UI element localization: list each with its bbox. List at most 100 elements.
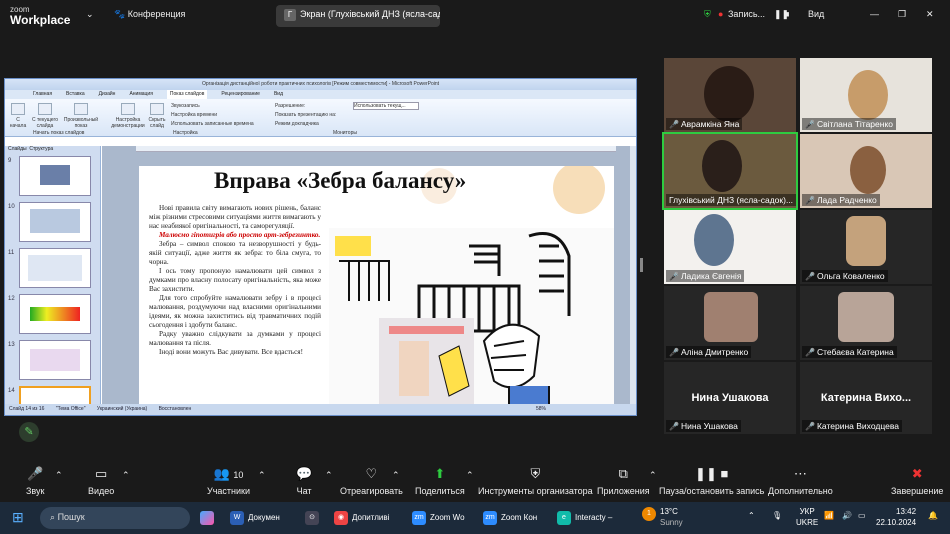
- setup-show-button[interactable]: Настройка демонстрации: [109, 103, 147, 129]
- chevron-up-icon[interactable]: ⌃: [649, 470, 657, 481]
- more-button[interactable]: ⋯ Дополнительно: [768, 466, 833, 496]
- chevron-down-icon[interactable]: ⌄: [86, 9, 94, 20]
- slide-thumbnail[interactable]: [19, 248, 91, 288]
- language-indicator[interactable]: УКР UKRE: [796, 506, 818, 528]
- participant-tile-active-speaker[interactable]: Глухівський ДНЗ (ясла-садок)...: [662, 132, 798, 210]
- participant-tile[interactable]: Нина Ушакова 🎤 Нина Ушакова: [664, 362, 796, 434]
- ppt-tab[interactable]: Рецензирование: [221, 90, 260, 99]
- participant-name-label: 🎤 Ладика Євгенія: [666, 270, 745, 282]
- slide-thumbnail[interactable]: [19, 294, 91, 334]
- zoom-percent[interactable]: 58%: [536, 404, 546, 415]
- audio-button[interactable]: 🎤 Звук: [26, 466, 44, 496]
- mic-muted-icon: 🎤: [669, 422, 679, 431]
- resolution-select[interactable]: Использовать текущ...: [353, 102, 419, 110]
- rehearse-timings-button[interactable]: Настройка времени: [171, 111, 254, 120]
- tab-slides[interactable]: Слайды: [8, 146, 27, 152]
- participant-tile[interactable]: 🎤 Лада Радченко: [800, 134, 932, 208]
- slide-title: Вправа «Зебра балансу»: [214, 168, 467, 193]
- taskbar-app-zoom-meeting[interactable]: zm Zoom Кон: [483, 511, 537, 525]
- ppt-tab[interactable]: Вид: [274, 90, 283, 99]
- taskbar-search[interactable]: ⌕ Пошук: [40, 507, 190, 529]
- tab-outline[interactable]: Структура: [29, 146, 53, 152]
- horizontal-ruler: [136, 146, 616, 152]
- hide-slide-button[interactable]: Скрыть слайд: [147, 103, 167, 129]
- slide-thumbnail[interactable]: [19, 202, 91, 242]
- use-timings-checkbox[interactable]: Использовать записанные времена: [171, 120, 254, 129]
- custom-show-button[interactable]: Произвольный показ: [63, 103, 99, 129]
- recording-status[interactable]: Запись...: [728, 9, 765, 19]
- close-icon[interactable]: ✕: [926, 9, 934, 20]
- participants-button[interactable]: 👥 10 Участники: [207, 466, 250, 496]
- share-button[interactable]: ⬆ Поделиться: [415, 466, 465, 496]
- participant-tile[interactable]: 🎤 Ольга Коваленко: [800, 210, 932, 284]
- ppt-title-bar: Організація дистанційної роботи практичн…: [5, 79, 636, 90]
- participant-tile[interactable]: Катерина Вихо... 🎤 Катерина Виходцева: [800, 362, 932, 434]
- vertical-scrollbar[interactable]: [630, 146, 636, 406]
- chevron-up-icon[interactable]: ⌃: [55, 470, 63, 481]
- slide-thumbnail[interactable]: [19, 340, 91, 380]
- participant-tile[interactable]: 🎤 Стебаєва Катерина: [800, 286, 932, 360]
- participant-tile[interactable]: 🎤 Аліна Дмитренко: [664, 286, 796, 360]
- chevron-up-icon[interactable]: ⌃: [122, 470, 130, 481]
- language-status: Украинский (Украина): [96, 406, 148, 412]
- slide-thumbnail[interactable]: [19, 156, 91, 196]
- taskbar-app-word[interactable]: W Докумен: [230, 511, 280, 525]
- ppt-tab[interactable]: Главная: [33, 90, 52, 99]
- volume-icon[interactable]: 🔊: [842, 511, 852, 520]
- current-slide[interactable]: Вправа «Зебра балансу» Нові правила світ…: [139, 166, 614, 406]
- meeting-info-button[interactable]: 🐾 Конференция: [114, 9, 185, 20]
- chevron-up-icon[interactable]: ⌃: [325, 470, 333, 481]
- screen-share-icon: Г: [284, 9, 296, 21]
- apps-button[interactable]: ⧉ Приложения: [597, 466, 650, 496]
- end-meeting-button[interactable]: ✖ Завершение: [891, 466, 943, 496]
- participant-name-label: 🎤 Стебаєва Катерина: [802, 346, 897, 358]
- clock[interactable]: 13:42 22.10.2024: [876, 506, 916, 528]
- participant-tile[interactable]: 🎤 Аврамкіна Яна: [664, 58, 796, 132]
- ppt-tab-active[interactable]: Показ слайдов: [166, 90, 208, 99]
- chevron-up-icon[interactable]: ⌃: [392, 470, 400, 481]
- security-shield-icon[interactable]: ⛨: [704, 9, 711, 20]
- notifications-icon[interactable]: 🔔: [928, 511, 938, 520]
- ppt-tab[interactable]: Дизайн: [99, 90, 116, 99]
- minimize-icon[interactable]: —: [870, 9, 879, 19]
- copilot-icon[interactable]: [200, 511, 218, 525]
- windows-start-icon[interactable]: ⊞: [12, 509, 24, 526]
- chevron-up-icon[interactable]: ⌃: [258, 470, 266, 481]
- taskbar-app-zoom-notify[interactable]: ⊙: [305, 511, 323, 525]
- thumb-number: 12: [8, 296, 15, 302]
- slideshow-icon: [74, 103, 88, 115]
- chevron-up-icon[interactable]: ⌃: [748, 511, 755, 520]
- weather-widget[interactable]: 1: [642, 507, 660, 521]
- participant-video: [694, 214, 734, 266]
- host-tools-button[interactable]: ⛨ Инструменты организатора: [478, 466, 593, 496]
- record-narration-button[interactable]: Звукозапись: [171, 102, 254, 111]
- presenter-view-checkbox[interactable]: Режим докладчика: [275, 120, 336, 129]
- weather-text: 13°C Sunny: [660, 507, 683, 527]
- stop-recording-icon[interactable]: ■: [784, 9, 789, 19]
- ppt-tab[interactable]: Вставка: [66, 90, 85, 99]
- taskbar-app-zoom-workplace[interactable]: zm Zoom Wo: [412, 511, 465, 525]
- slide-paragraph-highlight: Малюємо гіпотигрів або просто арт-зебрез…: [159, 231, 321, 239]
- participant-tile[interactable]: 🎤 Ладика Євгенія: [664, 210, 796, 284]
- chevron-up-icon[interactable]: ⌃: [466, 470, 474, 481]
- participant-name-label: 🎤 Катерина Виходцева: [802, 420, 902, 432]
- participant-tile[interactable]: 🎤 Світлана Тітаренко: [800, 58, 932, 132]
- from-start-button[interactable]: С начала: [8, 103, 28, 129]
- battery-icon[interactable]: ▭: [858, 511, 866, 520]
- view-button[interactable]: Вид: [808, 9, 824, 19]
- video-button[interactable]: ▭ Видео: [88, 466, 114, 496]
- share-source-pill[interactable]: ГЭкран (Глухівський ДНЗ (ясла-садок)...: [276, 5, 440, 27]
- slide-body-text: Нові правила світу вимагають нових рішен…: [149, 204, 321, 357]
- pause-stop-recording-button[interactable]: ❚❚ ■ Пауза/остановить запись: [659, 466, 764, 496]
- microphone-tray-icon[interactable]: 🎙: [772, 511, 782, 520]
- taskbar-app-chrome[interactable]: ◉ Допитливі: [334, 511, 389, 525]
- from-current-button[interactable]: С текущего слайда: [31, 103, 59, 129]
- chat-button[interactable]: 💬 Чат: [296, 466, 312, 496]
- split-handle[interactable]: [640, 258, 643, 272]
- ppt-tab[interactable]: Анимация: [129, 90, 152, 99]
- restore-icon[interactable]: ❐: [898, 9, 906, 20]
- shared-powerpoint-window: Організація дистанційної роботи практичн…: [4, 78, 637, 416]
- taskbar-app-edge[interactable]: e Interacty –: [557, 511, 612, 525]
- wifi-icon[interactable]: 📶: [824, 511, 834, 520]
- annotate-pencil-icon[interactable]: ✎: [19, 422, 39, 442]
